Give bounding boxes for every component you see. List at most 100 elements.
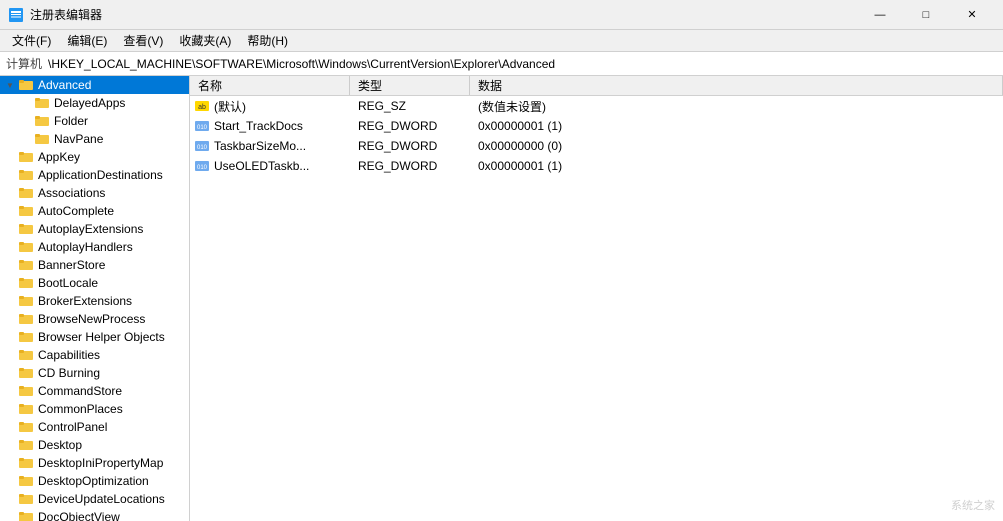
title-bar: 注册表编辑器 — □ ✕ [0, 0, 1003, 30]
tree-item[interactable]: AutoplayExtensions [0, 220, 189, 238]
tree-item[interactable]: ControlPanel [0, 418, 189, 436]
reg-name-text: (默认) [214, 98, 246, 115]
tree-item[interactable]: ApplicationDestinations [0, 166, 189, 184]
main-area: ▼AdvancedDelayedAppsFolderNavPaneAppKeyA… [0, 76, 1003, 521]
reg-value-icon: ab [194, 98, 210, 114]
tree-item-label: NavPane [54, 132, 103, 146]
folder-icon [18, 184, 34, 203]
folder-icon [18, 364, 34, 383]
registry-row[interactable]: 010 TaskbarSizeMo...REG_DWORD0x00000000 … [190, 136, 1003, 156]
tree-item[interactable]: Associations [0, 184, 189, 202]
menu-item-e[interactable]: 编辑(E) [59, 30, 115, 51]
tree-item-label: DelayedApps [54, 96, 125, 110]
tree-item[interactable]: DeviceUpdateLocations [0, 490, 189, 508]
tree-item-label: Associations [38, 186, 105, 200]
address-label: 计算机 [6, 55, 42, 72]
minimize-button[interactable]: — [857, 0, 903, 30]
title-bar-controls: — □ ✕ [857, 0, 995, 30]
reg-value-icon: 010 [194, 138, 210, 154]
menu-item-v[interactable]: 查看(V) [115, 30, 171, 51]
address-bar: 计算机 \HKEY_LOCAL_MACHINE\SOFTWARE\Microso… [0, 52, 1003, 76]
reg-name: ab (默认) [190, 98, 350, 115]
tree-item-label: DesktopIniPropertyMap [38, 456, 163, 470]
registry-values[interactable]: ab (默认)REG_SZ(数值未设置) 010 Start_TrackDocs… [190, 96, 1003, 521]
tree-item-label: AutoplayExtensions [38, 222, 143, 236]
folder-icon [18, 490, 34, 509]
reg-name-text: Start_TrackDocs [214, 119, 303, 133]
reg-name-text: UseOLEDTaskb... [214, 159, 309, 173]
folder-icon [18, 76, 34, 95]
tree-item[interactable]: AppKey [0, 148, 189, 166]
menu-item-f[interactable]: 文件(F) [4, 30, 59, 51]
col-header-name: 名称 [190, 76, 350, 95]
tree-item[interactable]: ▼Advanced [0, 76, 189, 94]
tree-item[interactable]: Browser Helper Objects [0, 328, 189, 346]
tree-item[interactable]: Desktop [0, 436, 189, 454]
menu-item-h[interactable]: 帮助(H) [239, 30, 296, 51]
col-header-data: 数据 [470, 76, 1003, 95]
tree-item[interactable]: DocObjectView [0, 508, 189, 521]
tree-item[interactable]: BrowseNewProcess [0, 310, 189, 328]
tree-item[interactable]: CD Burning [0, 364, 189, 382]
folder-icon [18, 454, 34, 473]
regedit-icon [8, 7, 24, 23]
svg-text:010: 010 [197, 125, 208, 131]
tree-item[interactable]: CommonPlaces [0, 400, 189, 418]
tree-item[interactable]: DesktopIniPropertyMap [0, 454, 189, 472]
tree-item[interactable]: CommandStore [0, 382, 189, 400]
tree-item[interactable]: DelayedApps [0, 94, 189, 112]
tree-item[interactable]: Folder [0, 112, 189, 130]
close-button[interactable]: ✕ [949, 0, 995, 30]
tree-item-label: BootLocale [38, 276, 98, 290]
right-pane: 名称 类型 数据 ab (默认)REG_SZ(数值未设置) 010 Start_… [190, 76, 1003, 521]
folder-icon [34, 94, 50, 113]
reg-data: (数值未设置) [470, 98, 1003, 115]
reg-name-text: TaskbarSizeMo... [214, 139, 306, 153]
tree-item[interactable]: NavPane [0, 130, 189, 148]
reg-type: REG_SZ [350, 99, 470, 113]
tree-item[interactable]: AutoplayHandlers [0, 238, 189, 256]
tree-item[interactable]: BrokerExtensions [0, 292, 189, 310]
menu-item-a[interactable]: 收藏夹(A) [171, 30, 239, 51]
folder-icon [18, 508, 34, 521]
tree-item[interactable]: AutoComplete [0, 202, 189, 220]
tree-item-label: Capabilities [38, 348, 100, 362]
registry-row[interactable]: ab (默认)REG_SZ(数值未设置) [190, 96, 1003, 116]
title-bar-left: 注册表编辑器 [8, 6, 102, 23]
registry-row[interactable]: 010 Start_TrackDocsREG_DWORD0x00000001 (… [190, 116, 1003, 136]
folder-icon [18, 238, 34, 257]
menu-bar: 文件(F)编辑(E)查看(V)收藏夹(A)帮助(H) [0, 30, 1003, 52]
reg-data: 0x00000001 (1) [470, 119, 1003, 133]
folder-icon [18, 418, 34, 437]
title-bar-title: 注册表编辑器 [30, 6, 102, 23]
tree-item[interactable]: BannerStore [0, 256, 189, 274]
left-pane[interactable]: ▼AdvancedDelayedAppsFolderNavPaneAppKeyA… [0, 76, 190, 521]
reg-type: REG_DWORD [350, 139, 470, 153]
tree-item-label: CommandStore [38, 384, 122, 398]
col-header-type: 类型 [350, 76, 470, 95]
tree-item-label: DesktopOptimization [38, 474, 149, 488]
svg-text:010: 010 [197, 165, 208, 171]
maximize-button[interactable]: □ [903, 0, 949, 30]
reg-name: 010 Start_TrackDocs [190, 118, 350, 134]
tree-item-label: Folder [54, 114, 88, 128]
expand-icon[interactable]: ▼ [4, 81, 16, 90]
folder-icon [18, 346, 34, 365]
tree-item-label: AutoComplete [38, 204, 114, 218]
reg-type: REG_DWORD [350, 159, 470, 173]
tree-item-label: AutoplayHandlers [38, 240, 133, 254]
svg-text:ab: ab [198, 104, 206, 111]
tree-item-label: Desktop [38, 438, 82, 452]
tree-item[interactable]: Capabilities [0, 346, 189, 364]
registry-row[interactable]: 010 UseOLEDTaskb...REG_DWORD0x00000001 (… [190, 156, 1003, 176]
svg-text:010: 010 [197, 145, 208, 151]
tree-item-label: ControlPanel [38, 420, 107, 434]
tree-item[interactable]: DesktopOptimization [0, 472, 189, 490]
tree-item[interactable]: BootLocale [0, 274, 189, 292]
reg-data: 0x00000000 (0) [470, 139, 1003, 153]
reg-name: 010 UseOLEDTaskb... [190, 158, 350, 174]
folder-icon [18, 436, 34, 455]
reg-name: 010 TaskbarSizeMo... [190, 138, 350, 154]
tree-item-label: Browser Helper Objects [38, 330, 165, 344]
reg-type: REG_DWORD [350, 119, 470, 133]
